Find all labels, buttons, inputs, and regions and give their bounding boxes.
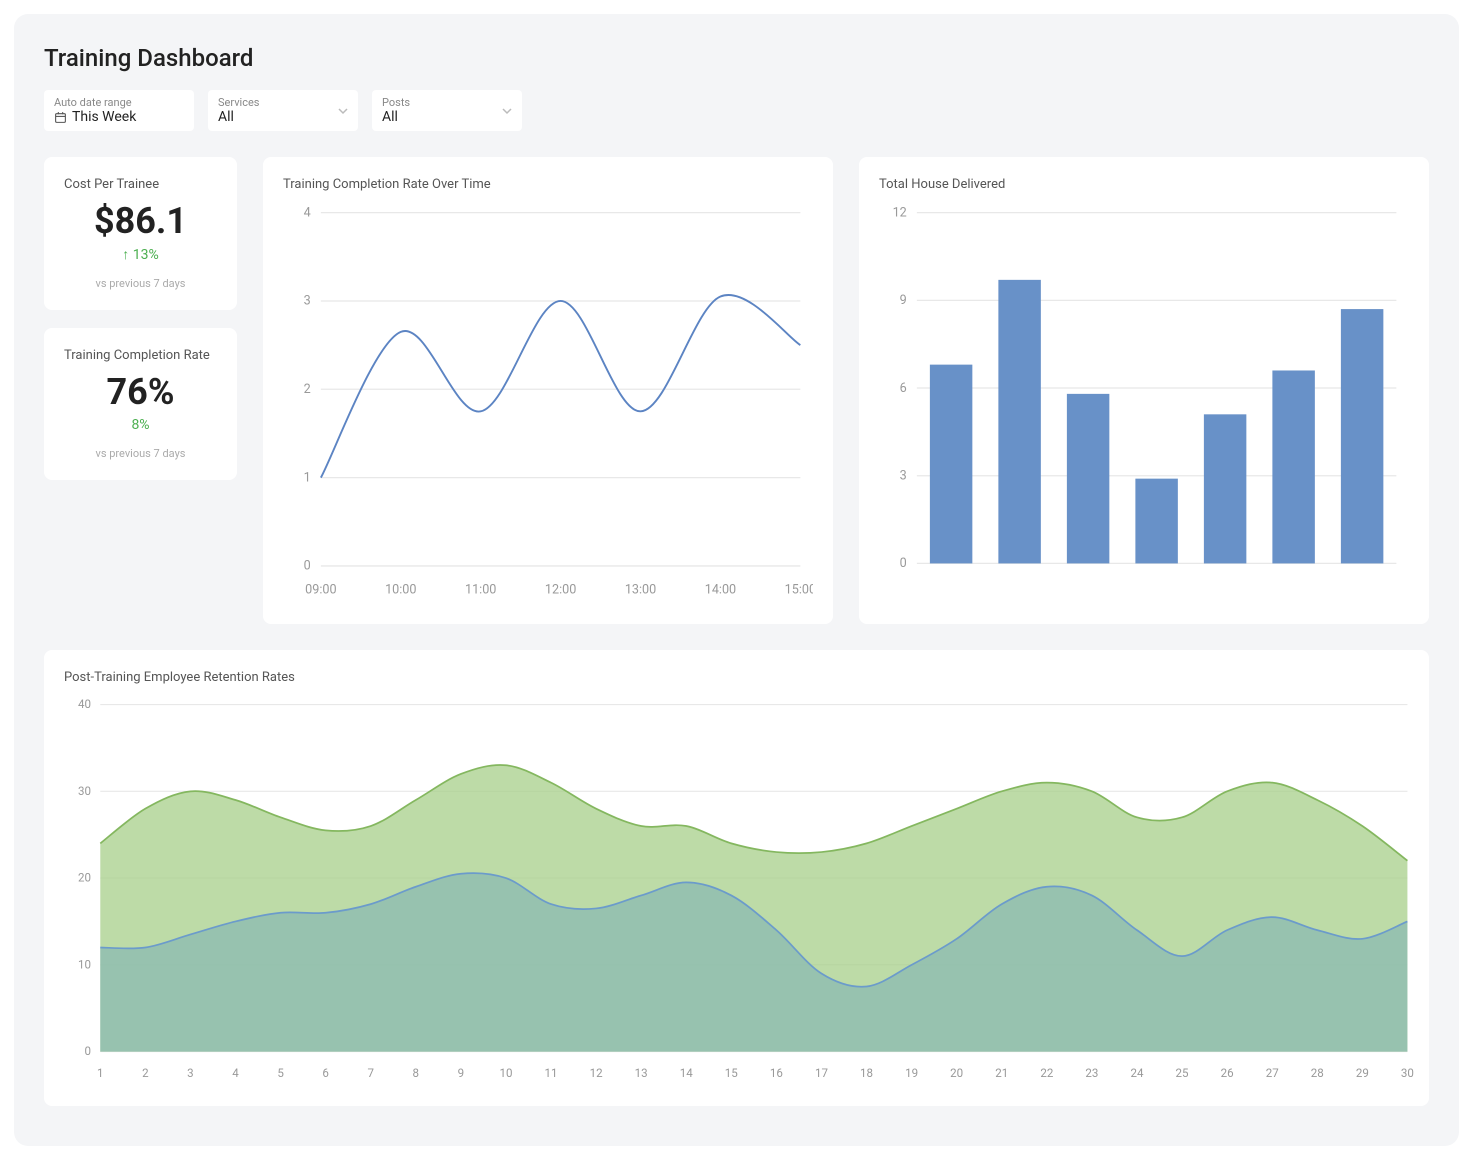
svg-text:3: 3 [900,469,907,484]
svg-text:6: 6 [900,381,907,396]
svg-text:20: 20 [78,870,91,884]
svg-text:9: 9 [900,293,907,308]
chart-retention: Post-Training Employee Retention Rates 0… [44,650,1429,1106]
svg-text:13: 13 [635,1066,648,1080]
svg-text:23: 23 [1085,1066,1098,1080]
posts-filter[interactable]: Posts All [372,90,522,131]
filters-row: Auto date range This Week Services All P… [44,90,1429,131]
svg-text:14: 14 [680,1066,693,1080]
services-filter[interactable]: Services All [208,90,358,131]
svg-text:11: 11 [545,1066,558,1080]
posts-value: All [382,109,398,125]
svg-text:11:00: 11:00 [465,583,496,598]
svg-text:5: 5 [277,1066,284,1080]
chart-title: Post-Training Employee Retention Rates [54,670,1419,685]
svg-text:27: 27 [1266,1066,1279,1080]
svg-text:1: 1 [97,1066,104,1080]
svg-text:16: 16 [770,1066,783,1080]
svg-text:7: 7 [367,1066,374,1080]
kpi-delta: ↑ 13% [64,246,217,263]
kpi-sub: vs previous 7 days [64,277,217,290]
svg-text:0: 0 [304,559,311,574]
kpi-delta: 8% [64,417,217,433]
svg-text:14:00: 14:00 [705,583,736,598]
kpi-value: 76% [64,371,217,413]
kpi-title: Training Completion Rate [64,348,217,363]
svg-text:6: 6 [322,1066,329,1080]
chart-completion-over-time: Training Completion Rate Over Time 0 1 2 3 4… [263,157,833,624]
svg-text:15: 15 [725,1066,738,1080]
svg-text:22: 22 [1040,1066,1053,1080]
svg-text:09:00: 09:00 [305,583,336,598]
svg-text:10: 10 [499,1066,512,1080]
svg-text:2: 2 [142,1066,149,1080]
svg-text:10: 10 [78,957,91,971]
date-range-filter[interactable]: Auto date range This Week [44,90,194,131]
svg-text:4: 4 [232,1066,239,1080]
svg-text:29: 29 [1356,1066,1369,1080]
services-value: All [218,109,234,125]
svg-text:13:00: 13:00 [625,583,656,598]
svg-text:3: 3 [187,1066,194,1080]
page-title: Training Dashboard [44,44,1429,72]
kpi-completion-rate: Training Completion Rate 76% 8% vs previ… [44,328,237,480]
svg-text:0: 0 [900,556,907,571]
svg-text:30: 30 [1401,1066,1414,1080]
svg-text:4: 4 [304,205,311,220]
svg-text:30: 30 [78,784,91,798]
chart-title: Training Completion Rate Over Time [283,177,813,192]
kpi-cost-per-trainee: Cost Per Trainee $86.1 ↑ 13% vs previous… [44,157,237,310]
calendar-icon [54,111,67,124]
svg-text:40: 40 [78,697,91,711]
svg-text:9: 9 [458,1066,465,1080]
svg-text:18: 18 [860,1066,873,1080]
services-label: Services [218,96,348,109]
svg-text:12: 12 [590,1066,603,1080]
chart-house-delivered: Total House Delivered 0 3 6 9 12 [859,157,1429,624]
svg-text:10:00: 10:00 [385,583,416,598]
kpi-title: Cost Per Trainee [64,177,217,192]
svg-text:12:00: 12:00 [545,583,576,598]
kpi-sub: vs previous 7 days [64,447,217,460]
svg-text:26: 26 [1221,1066,1234,1080]
posts-label: Posts [382,96,512,109]
date-range-value: This Week [72,109,136,125]
chevron-down-icon [502,106,512,116]
svg-text:15:00: 15:00 [785,583,813,598]
svg-text:3: 3 [304,294,311,309]
svg-text:12: 12 [893,205,907,220]
svg-text:8: 8 [413,1066,420,1080]
date-range-label: Auto date range [54,96,184,109]
chart-title: Total House Delivered [879,177,1409,192]
svg-text:2: 2 [304,382,311,397]
svg-text:1: 1 [304,470,311,485]
svg-text:25: 25 [1176,1066,1189,1080]
svg-text:0: 0 [85,1044,92,1058]
kpi-value: $86.1 [64,200,217,242]
svg-text:19: 19 [905,1066,918,1080]
svg-text:21: 21 [995,1066,1008,1080]
svg-text:24: 24 [1130,1066,1143,1080]
svg-text:17: 17 [815,1066,828,1080]
svg-text:28: 28 [1311,1066,1324,1080]
chevron-down-icon [338,106,348,116]
svg-text:20: 20 [950,1066,963,1080]
